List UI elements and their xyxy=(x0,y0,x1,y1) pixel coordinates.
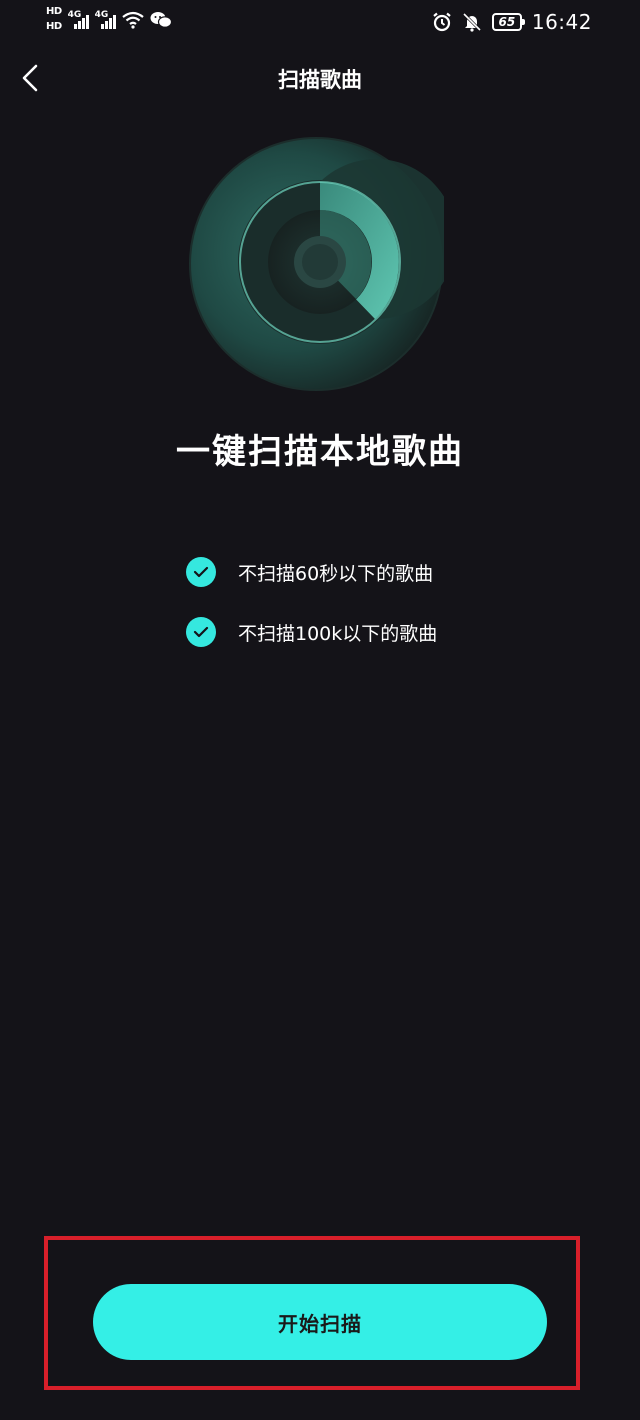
wechat-icon xyxy=(150,11,172,28)
status-bar: HD HD 4G 4G 65 16:42 xyxy=(0,0,640,44)
radar-scan-icon xyxy=(189,137,444,391)
condition-label: 不扫描60秒以下的歌曲 xyxy=(238,562,434,585)
nav-bar: 扫描歌曲 xyxy=(0,52,640,104)
scan-songs-screen: HD HD 4G 4G 65 16:42 扫描歌曲 一键扫描本地歌曲 不扫描60… xyxy=(0,0,640,1420)
clock: 16:42 xyxy=(531,10,592,34)
status-left: HD HD 4G 4G xyxy=(46,6,172,33)
scan-headline: 一键扫描本地歌曲 xyxy=(176,432,464,472)
check-icon xyxy=(186,617,216,647)
signal-icon-1: 4G xyxy=(67,9,89,29)
condition-item: 不扫描60秒以下的歌曲 xyxy=(186,556,437,588)
status-right: 65 16:42 xyxy=(432,10,592,34)
battery-icon: 65 xyxy=(491,13,525,31)
mute-bell-icon xyxy=(462,12,481,32)
hd-label-2: HD xyxy=(46,21,62,32)
scan-conditions: 不扫描60秒以下的歌曲 不扫描100k以下的歌曲 xyxy=(186,556,437,676)
condition-label: 不扫描100k以下的歌曲 xyxy=(238,622,438,645)
network-type-1: 4G xyxy=(67,9,82,20)
hd-label-1: HD xyxy=(46,6,62,17)
wifi-icon xyxy=(121,11,144,29)
condition-item: 不扫描100k以下的歌曲 xyxy=(186,616,437,648)
check-icon xyxy=(186,557,216,587)
alarm-icon xyxy=(433,12,451,32)
hd-indicator: HD HD xyxy=(46,6,62,33)
network-type-2: 4G xyxy=(94,9,109,20)
signal-icon-2: 4G xyxy=(94,9,116,29)
page-title: 扫描歌曲 xyxy=(278,68,362,92)
start-scan-button[interactable]: 开始扫描 xyxy=(93,1284,547,1360)
